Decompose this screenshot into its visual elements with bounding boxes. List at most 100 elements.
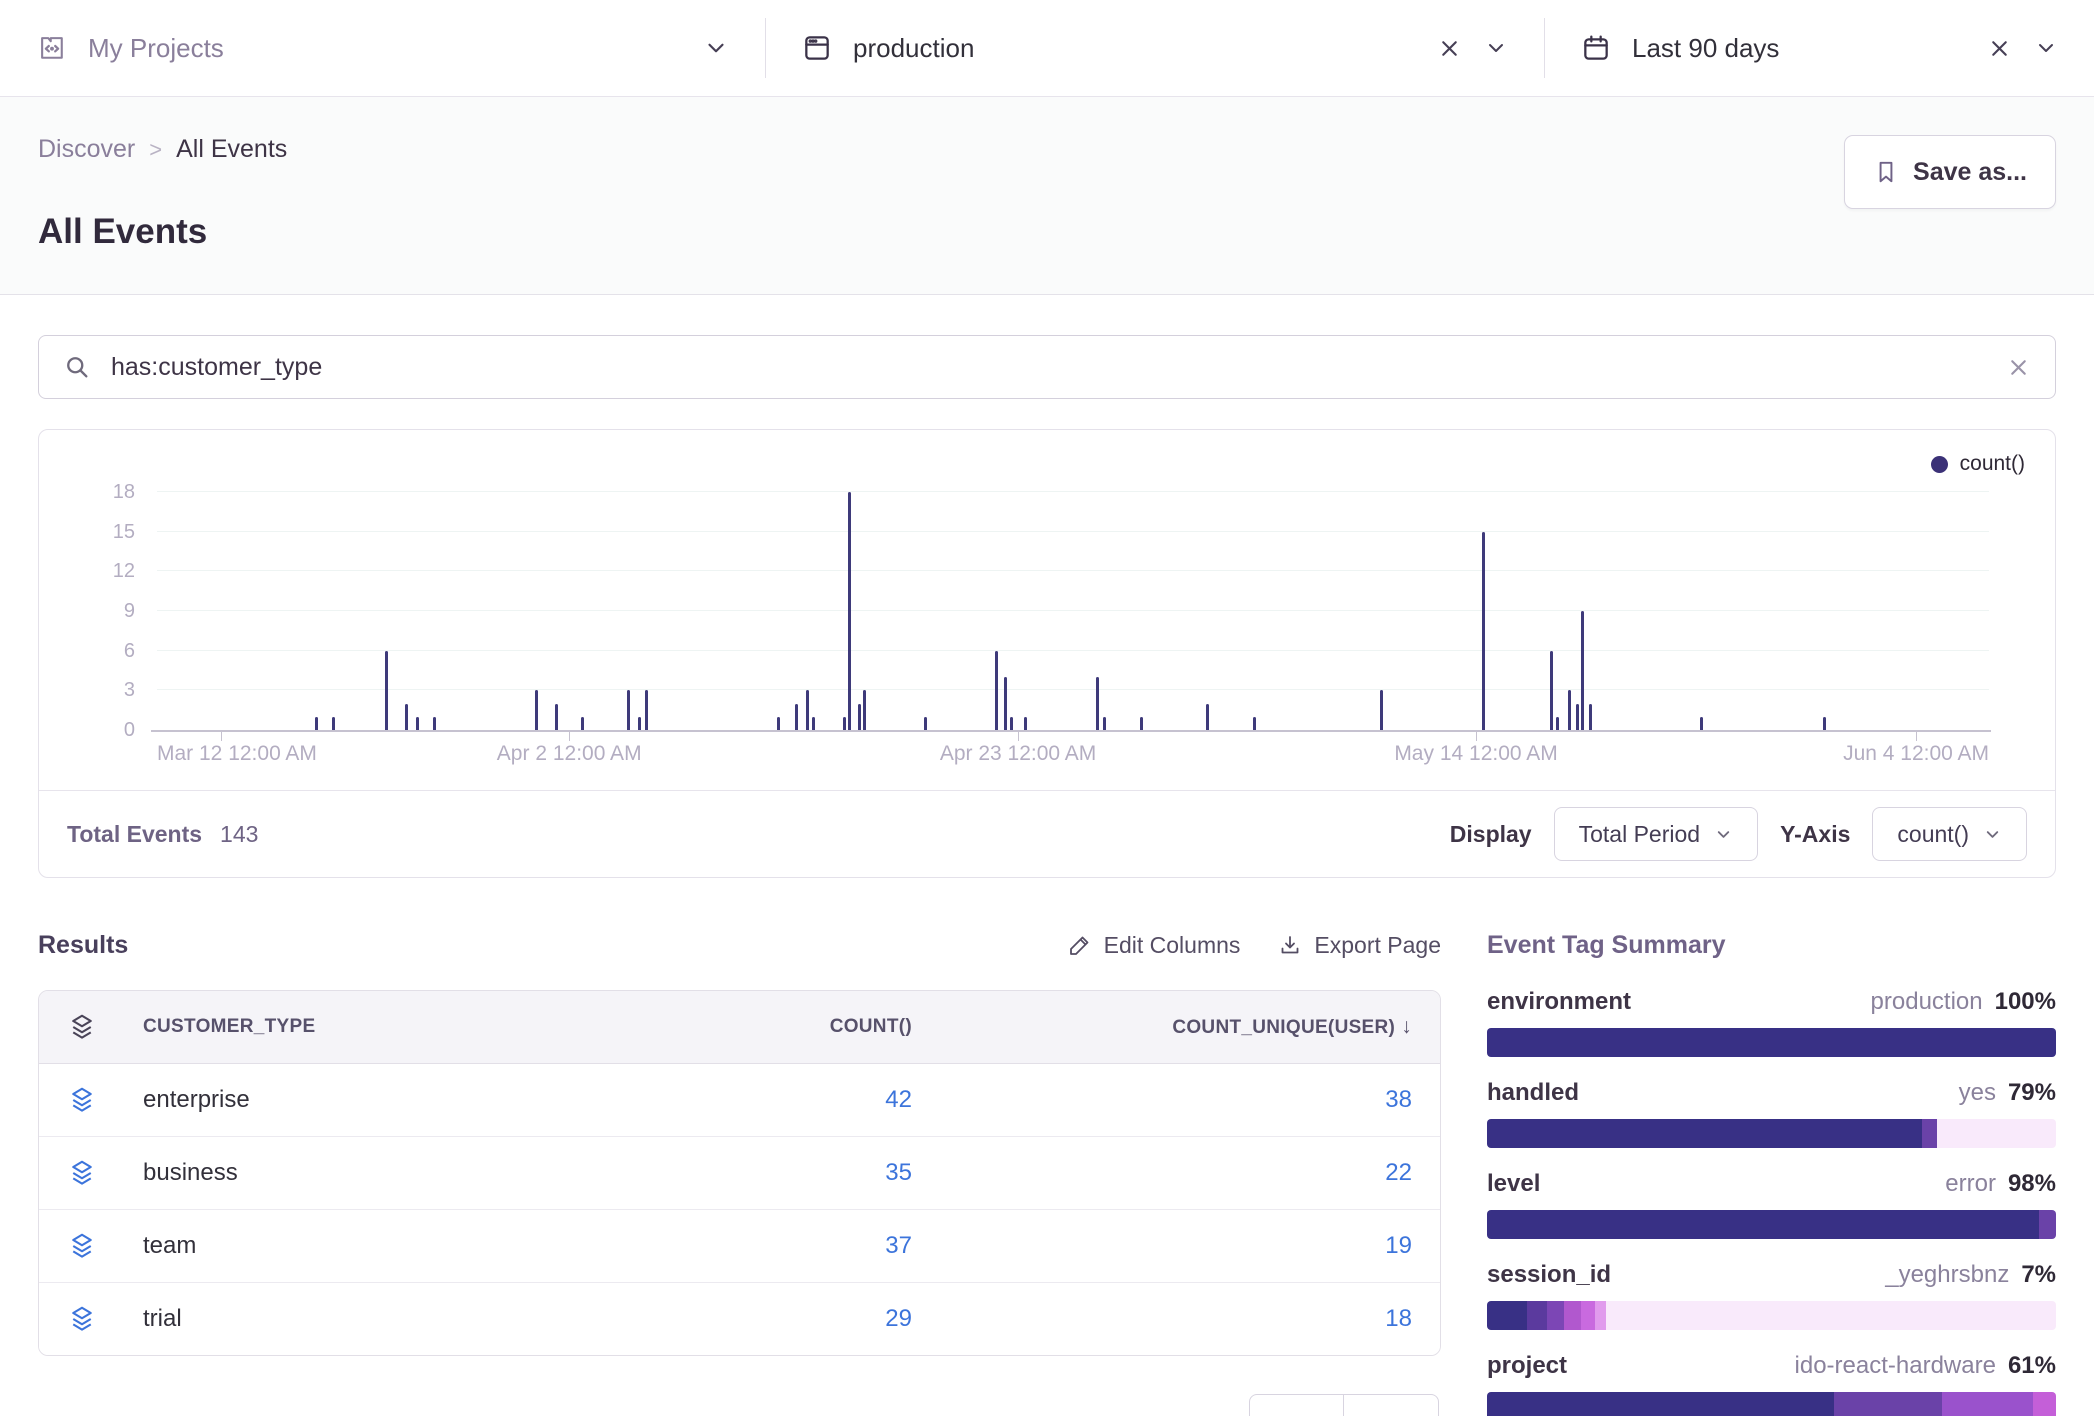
chart-bar[interactable] [1253, 717, 1256, 730]
count-value[interactable]: 37 [672, 1232, 912, 1260]
column-header-customer-type[interactable]: CUSTOMER_TYPE [143, 1016, 672, 1038]
chart-bar[interactable] [777, 717, 780, 730]
count-unique-user-value[interactable]: 38 [912, 1086, 1412, 1114]
chart-bar[interactable] [555, 704, 558, 730]
chart-bar[interactable] [1568, 690, 1571, 730]
events-chart[interactable]: count() 0369121518Mar 12 12:00 AMApr 2 1… [39, 430, 2055, 790]
chart-bar[interactable] [1823, 717, 1826, 730]
tag-bar-segment[interactable] [1487, 1301, 1527, 1330]
chart-bar[interactable] [1556, 717, 1559, 730]
tag-bar-segment[interactable] [1564, 1301, 1581, 1330]
tag-bar-segment[interactable] [1581, 1301, 1595, 1330]
chart-bar[interactable] [843, 717, 846, 730]
tag-bar-segment[interactable] [1606, 1301, 2056, 1330]
chart-bar[interactable] [433, 717, 436, 730]
chart-bar[interactable] [627, 690, 630, 730]
chart-bar[interactable] [863, 690, 866, 730]
tag-bar-segment[interactable] [1834, 1392, 1942, 1416]
stack-icon[interactable] [67, 1158, 143, 1188]
tag-bar-segment[interactable] [1487, 1210, 2039, 1239]
tag-bar-segment[interactable] [1527, 1301, 1547, 1330]
chart-bar[interactable] [848, 492, 851, 730]
chart-bar[interactable] [315, 717, 318, 730]
count-value[interactable]: 29 [672, 1305, 912, 1333]
pagination [1249, 1394, 1439, 1416]
chart-bar[interactable] [581, 717, 584, 730]
chart-bar[interactable] [385, 651, 388, 730]
chart-bar[interactable] [924, 717, 927, 730]
date-range-filter[interactable]: Last 90 days [1544, 0, 2094, 96]
chart-bar[interactable] [1380, 690, 1383, 730]
chart-bar[interactable] [416, 717, 419, 730]
tag-distribution-bar[interactable] [1487, 1028, 2056, 1057]
chart-bar[interactable] [995, 651, 998, 730]
tag-bar-segment[interactable] [1547, 1301, 1564, 1330]
tag-distribution-bar[interactable] [1487, 1210, 2056, 1239]
chart-bar[interactable] [1103, 717, 1106, 730]
chart-x-tick [569, 732, 570, 741]
chart-bar[interactable] [858, 704, 861, 730]
chart-bar[interactable] [806, 690, 809, 730]
environment-filter[interactable]: production [765, 0, 1544, 96]
pencil-icon [1068, 933, 1092, 957]
chart-bar[interactable] [638, 717, 641, 730]
stack-icon[interactable] [67, 1304, 143, 1334]
chart-bar[interactable] [812, 717, 815, 730]
tag-distribution-bar[interactable] [1487, 1119, 2056, 1148]
chart-bar[interactable] [1589, 704, 1592, 730]
chart-bar[interactable] [1581, 611, 1584, 730]
chart-bar[interactable] [1482, 532, 1485, 730]
chart-bar[interactable] [1004, 677, 1007, 730]
search-input[interactable] [109, 352, 1988, 383]
environment-chevron-down-icon[interactable] [1484, 36, 1508, 60]
chart-bar[interactable] [1700, 717, 1703, 730]
pagination-next-button[interactable] [1344, 1394, 1439, 1416]
pagination-prev-button[interactable] [1249, 1394, 1344, 1416]
search-clear-icon[interactable] [2006, 355, 2031, 380]
stack-icon[interactable] [67, 1085, 143, 1115]
tag-bar-segment[interactable] [1937, 1119, 2056, 1148]
column-header-count[interactable]: COUNT() [672, 1016, 912, 1038]
count-value[interactable]: 42 [672, 1086, 912, 1114]
tag-bar-segment[interactable] [2039, 1210, 2056, 1239]
chart-bar[interactable] [1024, 717, 1027, 730]
environment-clear-icon[interactable] [1437, 36, 1462, 61]
chart-bar[interactable] [1206, 704, 1209, 730]
tag-bar-segment[interactable] [1942, 1392, 2033, 1416]
export-page-button[interactable]: Export Page [1278, 932, 1441, 959]
chart-bar[interactable] [1096, 677, 1099, 730]
chart-bar[interactable] [1550, 651, 1553, 730]
chart-bar[interactable] [795, 704, 798, 730]
chart-legend[interactable]: count() [1931, 452, 2025, 476]
count-value[interactable]: 35 [672, 1159, 912, 1187]
tag-distribution-bar[interactable] [1487, 1392, 2056, 1416]
count-unique-user-value[interactable]: 19 [912, 1232, 1412, 1260]
chart-bar[interactable] [535, 690, 538, 730]
chart-bar[interactable] [645, 690, 648, 730]
save-as-button[interactable]: Save as... [1844, 135, 2056, 209]
projects-filter[interactable]: My Projects [0, 0, 765, 96]
date-range-chevron-down-icon[interactable] [2034, 36, 2058, 60]
tag-distribution-bar[interactable] [1487, 1301, 2056, 1330]
tag-bar-segment[interactable] [1487, 1119, 1922, 1148]
chart-bar[interactable] [1010, 717, 1013, 730]
count-unique-user-value[interactable]: 18 [912, 1305, 1412, 1333]
count-unique-user-value[interactable]: 22 [912, 1159, 1412, 1187]
chart-bar[interactable] [1140, 717, 1143, 730]
tag-bar-segment[interactable] [2033, 1392, 2056, 1416]
y-axis-dropdown[interactable]: count() [1872, 807, 2027, 861]
breadcrumb-discover-link[interactable]: Discover [38, 135, 135, 164]
projects-chevron-down-icon[interactable] [703, 35, 729, 61]
tag-bar-segment[interactable] [1487, 1028, 2056, 1057]
chart-bar[interactable] [332, 717, 335, 730]
tag-bar-segment[interactable] [1595, 1301, 1606, 1330]
date-range-clear-icon[interactable] [1987, 36, 2012, 61]
edit-columns-button[interactable]: Edit Columns [1068, 932, 1241, 959]
stack-icon[interactable] [67, 1231, 143, 1261]
tag-bar-segment[interactable] [1922, 1119, 1936, 1148]
display-dropdown[interactable]: Total Period [1554, 807, 1758, 861]
column-header-count-unique-user[interactable]: COUNT_UNIQUE(USER)↓ [912, 1015, 1412, 1039]
tag-bar-segment[interactable] [1487, 1392, 1834, 1416]
chart-bar[interactable] [405, 704, 408, 730]
chart-bar[interactable] [1576, 704, 1579, 730]
